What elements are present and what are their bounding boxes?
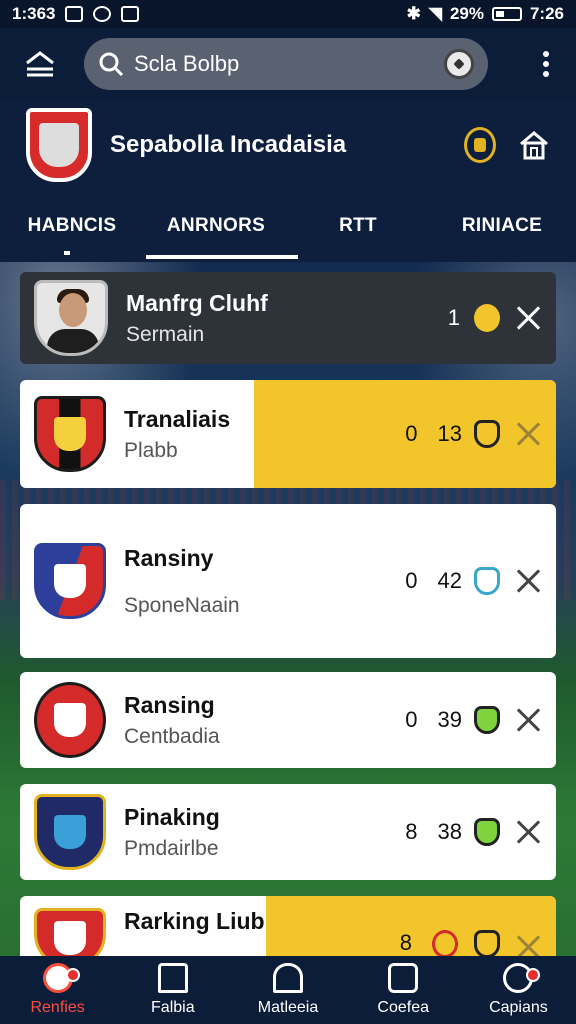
status-bar: 1:363 ✱ ◥ 29% 7:26 bbox=[0, 0, 576, 28]
close-icon[interactable] bbox=[516, 568, 542, 594]
ball-icon bbox=[432, 930, 458, 956]
soccer-ball-icon bbox=[42, 963, 80, 993]
item-subtitle: Plabb bbox=[124, 438, 178, 462]
item-subtitle: Pmdairlbe bbox=[124, 836, 219, 860]
item-subtitle: Sermain bbox=[126, 322, 205, 346]
item-subtitle: Centbadia bbox=[124, 724, 220, 748]
profile-icon bbox=[503, 963, 541, 993]
bottom-navigation: Renfies Falbia Matleeia Coefea Capians bbox=[0, 956, 576, 1024]
stadium-icon bbox=[273, 963, 303, 993]
overflow-menu-icon[interactable] bbox=[536, 51, 556, 77]
nav-item-2[interactable]: Falbia bbox=[115, 956, 230, 1024]
blue-shield-icon bbox=[474, 567, 500, 595]
item-title: Pinaking bbox=[124, 803, 220, 830]
item-subtitle: SponeNaain bbox=[124, 593, 240, 617]
page-title: Sepabolla Incadaisia bbox=[110, 131, 347, 158]
home-icon[interactable] bbox=[518, 129, 550, 161]
tab-bar: HABNCIS ANRNORS RTT RINIACE bbox=[0, 190, 576, 262]
list-item[interactable]: Pinaking Pmdairlbe 8 38 bbox=[20, 784, 556, 880]
close-icon[interactable] bbox=[516, 305, 542, 331]
tab-2[interactable]: ANRNORS bbox=[144, 215, 298, 259]
green-shield-icon bbox=[474, 706, 500, 734]
close-icon[interactable] bbox=[516, 934, 542, 956]
tab-4[interactable]: RINIACE bbox=[428, 215, 576, 237]
camera-icon bbox=[93, 6, 112, 22]
tab-4-label: RINIACE bbox=[461, 215, 543, 236]
nav-item-3[interactable]: Matleeia bbox=[230, 956, 345, 1024]
item-title: Ransing bbox=[124, 691, 215, 718]
gold-badge-icon bbox=[474, 304, 500, 332]
nav-label: Falbia bbox=[151, 999, 195, 1016]
tab-indicator-dot bbox=[64, 251, 70, 255]
nav-label: Coefea bbox=[377, 999, 429, 1016]
green-shield-icon bbox=[474, 818, 500, 846]
item-score: 0 bbox=[405, 568, 418, 593]
item-score: 8 bbox=[399, 930, 412, 955]
collapse-menu-icon[interactable] bbox=[20, 44, 60, 84]
battery-percent: 29% bbox=[449, 4, 484, 23]
tab-2-label: ANRNORS bbox=[166, 215, 266, 236]
club-crest bbox=[26, 108, 92, 182]
tab-3[interactable]: RTT bbox=[288, 215, 428, 237]
item-title: Manfrg Cluhf bbox=[126, 289, 268, 316]
close-icon[interactable] bbox=[516, 819, 542, 845]
item-title: Tranaliais bbox=[124, 405, 231, 432]
item-title: Ransiny bbox=[124, 544, 214, 571]
search-input[interactable]: Scla Bolbp bbox=[134, 51, 444, 77]
item-score: 1 bbox=[447, 305, 460, 330]
list-item[interactable]: Ransing Centbadia 0 39 bbox=[20, 672, 556, 768]
tab-1-label: HABNCIS bbox=[27, 215, 117, 236]
gallery-icon bbox=[65, 6, 84, 22]
item-points: 13 bbox=[437, 421, 462, 446]
nav-item-1[interactable]: Renfies bbox=[0, 956, 115, 1024]
club-crest bbox=[34, 543, 106, 619]
search-bar[interactable]: Scla Bolbp bbox=[84, 38, 488, 90]
list-item[interactable]: Tranaliais Plabb 0 13 bbox=[20, 380, 556, 488]
item-points: 38 bbox=[437, 819, 462, 844]
battery-icon bbox=[491, 7, 522, 21]
top-app-bar: Scla Bolbp bbox=[0, 28, 576, 100]
item-score: 0 bbox=[405, 421, 418, 446]
home-icon bbox=[157, 963, 188, 993]
wifi-icon: ◥ bbox=[428, 4, 442, 23]
shield-icon bbox=[474, 420, 500, 448]
club-header: Sepabolla Incadaisia bbox=[0, 100, 576, 190]
close-icon[interactable] bbox=[516, 421, 542, 447]
trophy-coin-icon[interactable] bbox=[464, 127, 496, 163]
club-crest bbox=[34, 794, 106, 870]
club-crest bbox=[34, 682, 106, 758]
bluetooth-icon: ✱ bbox=[406, 4, 421, 23]
close-icon[interactable] bbox=[516, 707, 542, 733]
chart-icon bbox=[388, 963, 419, 993]
item-title: Rarking Liub bbox=[124, 908, 265, 934]
list-item[interactable]: Manfrg Cluhf Sermain 1 bbox=[20, 272, 556, 364]
list-item[interactable]: Rarking Liub 8 bbox=[20, 896, 556, 956]
nav-label: Matleeia bbox=[257, 999, 319, 1016]
club-crest bbox=[34, 396, 106, 472]
shield-icon bbox=[474, 930, 500, 956]
tab-1[interactable]: HABNCIS bbox=[0, 215, 144, 255]
mail-icon bbox=[121, 6, 140, 22]
soccer-ball-icon[interactable] bbox=[444, 49, 474, 79]
club-crest bbox=[34, 908, 106, 956]
tab-3-label: RTT bbox=[339, 215, 377, 236]
status-time: 1:363 bbox=[12, 4, 56, 23]
item-score: 8 bbox=[405, 819, 418, 844]
nav-item-4[interactable]: Coefea bbox=[346, 956, 461, 1024]
list-item[interactable]: Ransiny SponeNaain 0 42 bbox=[20, 504, 556, 658]
nav-item-5[interactable]: Capians bbox=[461, 956, 576, 1024]
nav-label: Capians bbox=[489, 999, 548, 1016]
item-points: 42 bbox=[437, 568, 462, 593]
item-score: 0 bbox=[405, 707, 418, 732]
manager-avatar bbox=[34, 280, 108, 356]
search-icon bbox=[99, 52, 124, 77]
status-time-right: 7:26 bbox=[529, 4, 564, 23]
nav-label: Renfies bbox=[30, 999, 85, 1016]
item-points: 39 bbox=[437, 707, 462, 732]
